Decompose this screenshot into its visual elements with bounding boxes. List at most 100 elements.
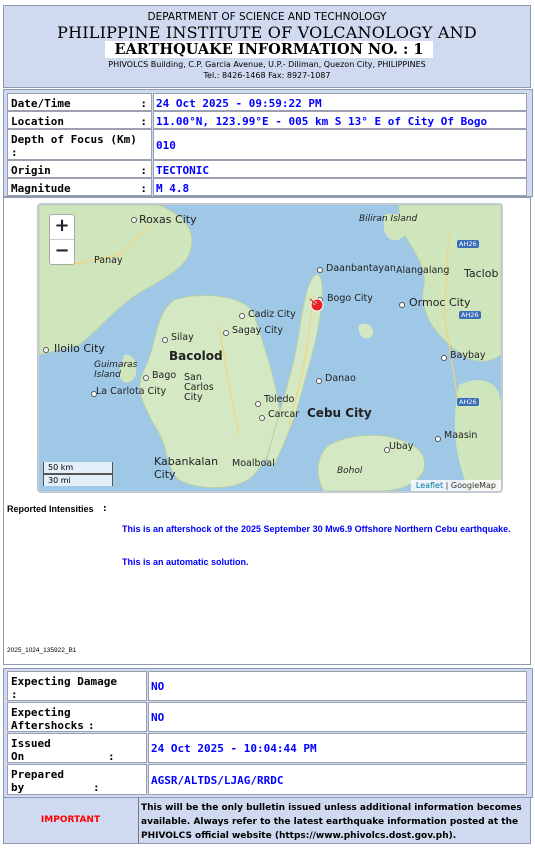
place-maasin: Maasin [444,430,478,441]
prepared-label: Prepared by [11,768,64,794]
issued-label-cell: Issued On : [7,733,147,763]
epicenter-map[interactable]: + − Roxas City Panay Biliran Island AH26… [37,203,503,493]
city-dot [435,436,441,442]
place-carcar: Carcar [268,409,300,420]
origin-value: TECTONIC [153,160,527,178]
location-label: Location [11,115,64,128]
place-toledo: Toledo [264,394,295,405]
map-section: + − Roxas City Panay Biliran Island AH26… [3,197,531,665]
epicenter-marker-icon[interactable] [307,295,327,317]
colon: : [140,115,147,128]
place-tacloban: Taclob [464,267,499,280]
place-bago: Bago [152,370,177,381]
zoom-control: + − [49,214,75,265]
colon: : [108,750,115,763]
place-kabankalan: Kabankalan [154,455,219,468]
place-roxas: Roxas City [139,213,197,226]
aftershock-note: This is an aftershock of the 2025 Septem… [122,524,511,534]
colon: : [11,146,18,159]
origin-label: Origin [11,164,51,177]
institute-address: PHIVOLCS Building, C.P. Garcia Avenue, U… [108,60,426,69]
event-info-table: Date/Time : 24 Oct 2025 - 09:59:22 PM Lo… [3,89,533,197]
place-cadiz: Cadiz City [248,309,296,320]
colon: : [140,97,147,110]
place-lacarlota: La Carlota City [96,386,167,397]
place-sancarlos: San Carlos City [184,372,214,403]
leaflet-link[interactable]: Leaflet [416,481,443,490]
city-dot [131,217,137,223]
city-dot [223,330,229,336]
prepared-label-cell: Prepared by : [7,764,147,795]
place-ormoc: Ormoc City [409,296,471,309]
datetime-label: Date/Time [11,97,71,110]
depth-label-cell: Depth of Focus (Km) : [7,129,152,160]
damage-value: NO [148,671,527,701]
origin-label-cell: Origin : [7,160,152,178]
damage-label-cell: Expecting Damage : [7,671,147,701]
city-dot [317,267,323,273]
map-scale-km: 50 km [43,462,113,474]
map-scale-mi: 30 mi [43,474,113,486]
magnitude-label-cell: Magnitude : [7,178,152,196]
issued-value: 24 Oct 2025 - 10:04:44 PM [148,733,527,763]
depth-value: 010 [153,129,527,160]
place-cebu: Cebu City [307,406,372,420]
magnitude-label: Magnitude [11,182,71,195]
reported-intensities-label: Reported Intensities [7,504,94,514]
issued-label: Issued On [11,737,51,763]
place-panay: Panay [94,255,123,266]
location-label-cell: Location : [7,111,152,129]
aftershocks-label: Expecting Aftershocks [11,706,84,732]
depth-label: Depth of Focus (Km) [11,133,137,146]
damage-label: Expecting Damage [11,675,117,688]
colon: : [11,688,18,701]
place-bogo: Bogo City [327,293,373,304]
institute-telephone: Tel.: 8426-1468 Fax: 8927-1087 [203,71,331,80]
automatic-solution-note: This is an automatic solution. [122,557,249,567]
city-dot [399,302,405,308]
city-dot [43,347,49,353]
googlemap-attribution: GoogleMap [450,481,496,490]
highway-shield: AH26 [459,311,481,319]
zoom-in-button[interactable]: + [50,215,74,240]
place-moalboal: Moalboal [232,458,275,469]
place-daanbantayan: Daanbantayan [326,263,396,274]
place-sagay: Sagay City [232,325,283,336]
place-iloilo: Iloilo City [54,342,105,355]
colon: : [93,781,100,794]
prepared-value: AGSR/ALTDS/LJAG/RRDC [148,764,527,795]
bulletin-id: 2025_1024_135922_B1 [7,647,77,654]
place-guimaras: Guimaras Island [94,360,138,380]
datetime-value: 24 Oct 2025 - 09:59:22 PM [153,93,527,111]
colon: : [88,719,95,732]
status-table: Expecting Damage : NO Expecting Aftersho… [3,668,533,798]
place-bohol: Bohol [337,466,363,476]
important-label: IMPORTANT [40,815,101,825]
zoom-out-button[interactable]: − [50,240,74,264]
place-alangalang: Alangalang [396,265,450,276]
important-notice: IMPORTANT This will be the only bulletin… [3,797,531,844]
city-dot [143,375,149,381]
map-terrain [39,205,501,491]
place-baybay: Baybay [450,350,486,361]
location-value: 11.00°N, 123.99°E - 005 km S 13° E of Ci… [153,111,527,141]
city-dot [259,415,265,421]
aftershocks-label-cell: Expecting Aftershocks : [7,702,147,732]
place-bacolod: Bacolod [169,349,223,363]
city-dot [441,355,447,361]
department-name: DEPARTMENT OF SCIENCE AND TECHNOLOGY [147,11,387,23]
bulletin-header: DEPARTMENT OF SCIENCE AND TECHNOLOGY PHI… [3,5,531,88]
map-attribution: Leaflet | GoogleMap [410,480,501,491]
colon: : [103,504,107,514]
bulletin-title: EARTHQUAKE INFORMATION NO. : 1 [105,41,433,58]
magnitude-value: M 4.8 [153,178,527,196]
city-dot [255,401,261,407]
highway-shield: AH26 [457,240,479,248]
important-text: This will be the only bulletin issued un… [138,798,531,843]
place-danao: Danao [325,373,356,384]
city-dot [162,337,168,343]
place-biliran: Biliran Island [359,214,418,224]
highway-shield: AH26 [457,398,479,406]
attribution-separator: | [443,481,451,490]
place-silay: Silay [171,332,194,343]
